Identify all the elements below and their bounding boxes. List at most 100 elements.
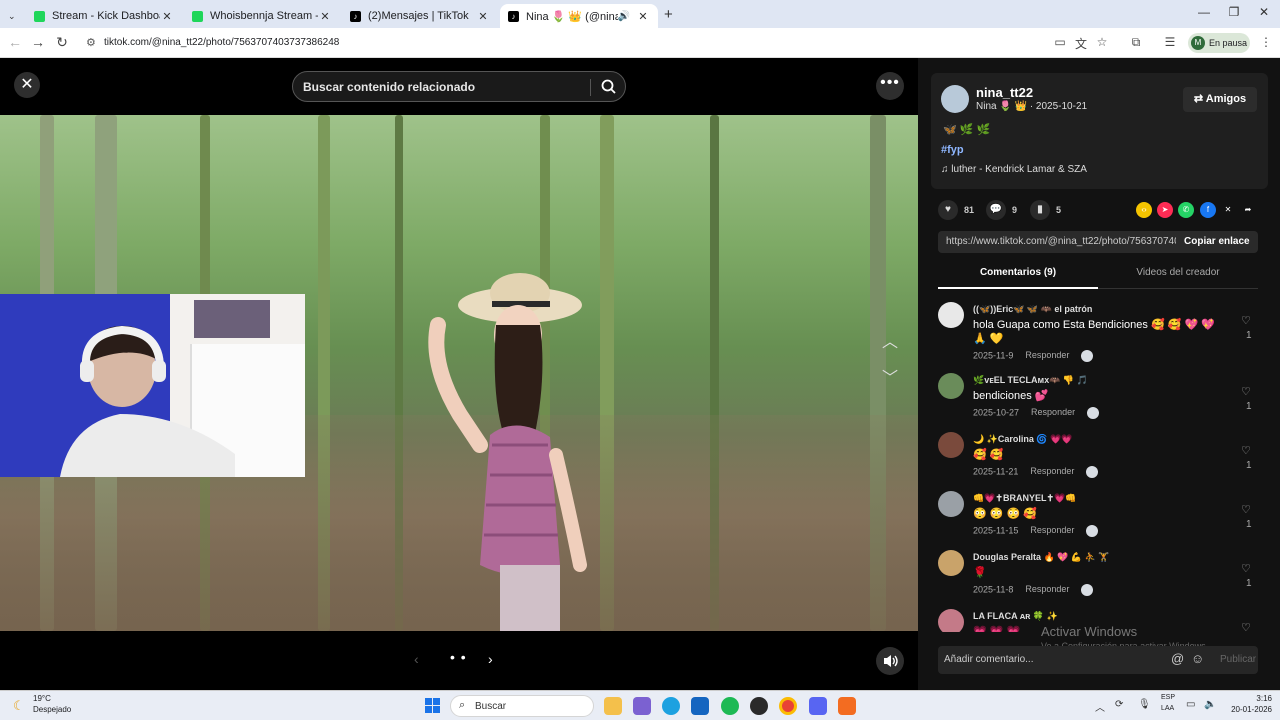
comment-like-icon[interactable]: ♡: [1241, 621, 1251, 632]
save-button[interactable]: ▮ 5: [1030, 200, 1061, 220]
cast-icon[interactable]: ▭: [1052, 35, 1068, 49]
comment-like-icon[interactable]: ♡: [1241, 562, 1251, 575]
volume-button[interactable]: [876, 647, 904, 675]
weather-moon-icon[interactable]: ☾: [13, 698, 25, 714]
reply-button[interactable]: Responder: [1030, 466, 1074, 476]
commenter-name[interactable]: LA FLACA ᴀʀ 🍀 ✨: [973, 611, 1058, 622]
store-icon[interactable]: [691, 697, 709, 715]
related-search-input[interactable]: Buscar contenido relacionado: [292, 71, 626, 102]
extensions-icon[interactable]: ⧉: [1128, 35, 1144, 50]
comment-like-icon[interactable]: ♡: [1241, 385, 1251, 398]
facebook-icon[interactable]: f: [1200, 202, 1216, 218]
close-tab-icon[interactable]: ✕: [476, 10, 490, 23]
comment-input-box[interactable]: Añadir comentario... @ ☺ Publicar: [938, 646, 1258, 674]
restore-icon[interactable]: ❐: [1224, 5, 1244, 19]
tab-search-button[interactable]: ⌄: [0, 4, 22, 28]
close-viewer-button[interactable]: ✕: [14, 72, 40, 98]
window-close-icon[interactable]: ✕: [1254, 5, 1274, 19]
close-tab-icon[interactable]: ✕: [636, 10, 650, 23]
mention-icon[interactable]: @: [1171, 651, 1184, 666]
reply-button[interactable]: Responder: [1031, 407, 1075, 417]
close-tab-icon[interactable]: ✕: [318, 10, 332, 23]
reply-button[interactable]: Responder: [1025, 350, 1069, 360]
commenter-name[interactable]: 🌙 ✨Carolina 🌀 💗💗: [973, 434, 1073, 445]
speaker-icon[interactable]: 🔊: [618, 11, 630, 22]
chrome-icon[interactable]: [779, 697, 797, 715]
bookmark-star-icon[interactable]: ☆: [1094, 35, 1110, 49]
forward-icon[interactable]: →: [29, 34, 47, 50]
commenter-name[interactable]: Douglas Peralta 🔥 💖 💪 ⛹ 🏋: [973, 552, 1110, 563]
commenter-name[interactable]: 🌿ᴠᴇEL TECLAᴍx🦇 👎 🎵: [973, 375, 1088, 386]
volume-icon[interactable]: 🔈: [1204, 699, 1216, 710]
minimize-icon[interactable]: —: [1194, 5, 1214, 19]
reply-button[interactable]: Responder: [1030, 525, 1074, 535]
creator-avatar[interactable]: [941, 85, 969, 113]
microphone-icon[interactable]: 🎙: [1138, 699, 1151, 710]
comment-button[interactable]: 💬 9: [986, 200, 1017, 220]
taskbar-search-box[interactable]: ⌕ Buscar: [450, 695, 594, 717]
url-bar[interactable]: ⚙ tiktok.com/@nina_tt22/photo/7563707403…: [80, 32, 1110, 54]
copy-link-button[interactable]: Copiar enlace: [1184, 236, 1250, 247]
tray-sync-icon[interactable]: ⟳: [1115, 699, 1123, 710]
app-icon[interactable]: [838, 697, 856, 715]
commenter-avatar[interactable]: [938, 373, 964, 399]
commenter-avatar[interactable]: [938, 550, 964, 576]
copilot-icon[interactable]: [633, 697, 651, 715]
translate-icon[interactable]: 文: [1073, 35, 1089, 52]
previous-post-arrow-icon[interactable]: ︿: [879, 328, 901, 351]
post-comment-button[interactable]: Publicar: [1220, 654, 1256, 665]
reload-icon[interactable]: ↻: [53, 34, 71, 51]
comment-like-icon[interactable]: ♡: [1241, 503, 1251, 516]
reading-list-icon[interactable]: ☰: [1162, 35, 1178, 49]
commenter-avatar[interactable]: [938, 491, 964, 517]
comment-like-icon[interactable]: ♡: [1241, 444, 1251, 457]
hashtag-link[interactable]: #fyp: [941, 144, 964, 156]
commenter-avatar[interactable]: [938, 432, 964, 458]
spotify-icon[interactable]: [721, 697, 739, 715]
tab-tiktok-nina[interactable]: ♪ Nina 🌷 👑 (@nina_tt22) | T 🔊 ✕: [500, 4, 658, 28]
tab-comments[interactable]: Comentarios (9): [938, 267, 1098, 278]
more-options-button[interactable]: •••: [876, 72, 904, 100]
like-button[interactable]: ♥ 81: [938, 200, 974, 220]
tab-tiktok-messages[interactable]: ♪ (2)Mensajes | TikTok ✕: [342, 4, 498, 28]
music-link[interactable]: ♫ luther - Kendrick Lamar & SZA: [941, 164, 1087, 175]
next-post-arrow-icon[interactable]: ﹀: [879, 364, 901, 387]
close-tab-icon[interactable]: ✕: [160, 10, 174, 23]
search-icon[interactable]: [600, 78, 618, 96]
obs-icon[interactable]: [750, 697, 768, 715]
profile-chip[interactable]: M En pausa: [1188, 33, 1250, 53]
network-icon[interactable]: ▭: [1186, 699, 1195, 710]
emoji-icon[interactable]: ☺: [1191, 651, 1204, 666]
commenter-name[interactable]: 👊💗✝BRANYEL✝💗👊: [973, 493, 1076, 504]
file-explorer-icon[interactable]: [604, 697, 622, 715]
commenter-name[interactable]: ((🦋))Eric🦋 🦋 🦇 el patrón: [973, 304, 1092, 315]
commenter-avatar[interactable]: [938, 302, 964, 328]
previous-photo-button[interactable]: ‹: [414, 651, 419, 667]
back-icon[interactable]: ←: [6, 34, 24, 50]
reply-button[interactable]: Responder: [1025, 584, 1069, 594]
next-photo-button[interactable]: ›: [488, 651, 493, 667]
creator-username[interactable]: nina_tt22: [976, 85, 1033, 100]
keyboard-language[interactable]: ESP: [1161, 694, 1175, 701]
site-info-icon[interactable]: ⚙: [86, 32, 96, 54]
edge-icon[interactable]: [662, 697, 680, 715]
menu-kebab-icon[interactable]: ⋮: [1258, 35, 1274, 49]
comment-field[interactable]: Añadir comentario...: [944, 654, 1034, 665]
clock-time[interactable]: 3:16: [1228, 694, 1272, 703]
windows-start-icon[interactable]: [425, 698, 441, 714]
embed-share-icon[interactable]: ‹›: [1136, 202, 1152, 218]
tray-overflow-icon[interactable]: ︿: [1095, 699, 1105, 714]
share-link-text[interactable]: https://www.tiktok.com/@nina_tt22/photo/…: [946, 236, 1176, 247]
tab-kick-dashboard[interactable]: Stream - Kick Dashboard ✕: [26, 4, 182, 28]
commenter-avatar[interactable]: [938, 609, 964, 632]
whatsapp-icon[interactable]: ✆: [1178, 202, 1194, 218]
new-tab-button[interactable]: +: [664, 6, 673, 23]
friends-button[interactable]: ⇄ Amigos: [1183, 87, 1257, 112]
share-arrow-icon[interactable]: ➦: [1240, 202, 1256, 218]
discord-icon[interactable]: [809, 697, 827, 715]
tab-kick-stream[interactable]: Whoisbennja Stream - Watch L ✕: [184, 4, 340, 28]
comment-like-icon[interactable]: ♡: [1241, 314, 1251, 327]
tab-creator-videos[interactable]: Videos del creador: [1098, 267, 1258, 278]
send-share-icon[interactable]: ➤: [1157, 202, 1173, 218]
x-icon[interactable]: ✕: [1220, 202, 1236, 218]
